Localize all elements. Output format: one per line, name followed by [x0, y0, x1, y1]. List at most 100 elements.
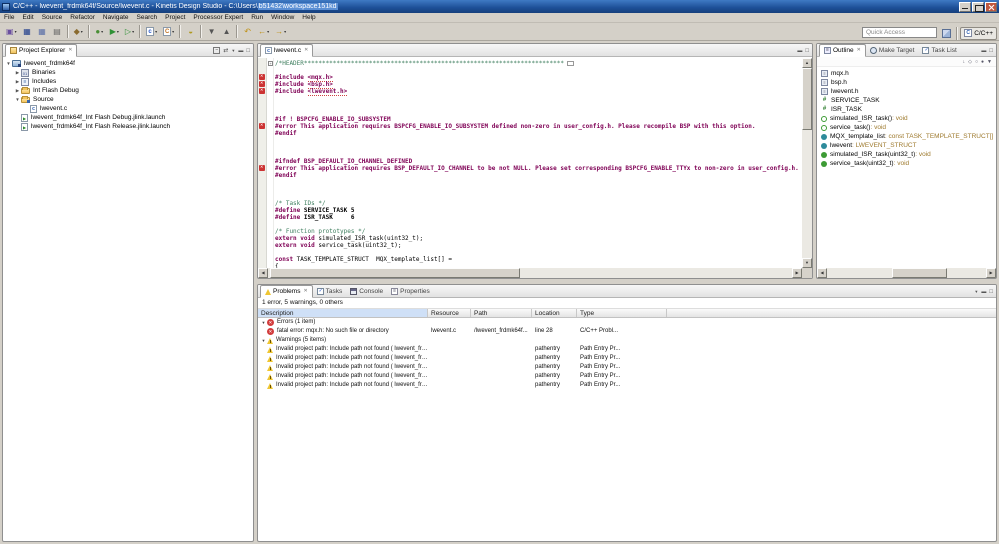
code-line[interactable]: extern void service_task(uint32_t);	[275, 242, 802, 249]
debug-button[interactable]: ● ▾	[93, 25, 106, 39]
code-line[interactable]: #endif	[275, 130, 802, 137]
hide-static-icon[interactable]: ○	[975, 59, 978, 65]
code-line[interactable]	[275, 221, 802, 228]
sort-icon[interactable]: ↓	[963, 59, 966, 65]
minimize-window-button[interactable]	[959, 1, 971, 12]
new-c-file-button[interactable]: c ▾	[144, 25, 159, 39]
scroll-left-icon[interactable]	[258, 268, 268, 278]
view-menu-icon[interactable]	[974, 289, 978, 295]
outline-item-service-task-[interactable]: service_task() : void	[817, 123, 996, 132]
code-line[interactable]: #error This application requires BSP_DEF…	[275, 165, 802, 172]
code-line[interactable]: #endif	[275, 172, 802, 179]
scroll-right-icon[interactable]	[792, 268, 802, 278]
dropdown-arrow-icon[interactable]: ▾	[284, 29, 286, 34]
editor-vertical-scrollbar[interactable]	[802, 58, 812, 268]
tree-item-includes[interactable]: ▶ Includes	[3, 77, 253, 86]
code-line[interactable]: #define SERVICE_TASK 5	[275, 207, 802, 214]
quick-access-input[interactable]	[862, 27, 937, 38]
problem-group-row[interactable]: Errors (1 item)	[258, 318, 996, 327]
minimize-view-icon[interactable]	[981, 48, 986, 54]
maximize-view-icon[interactable]	[989, 289, 993, 295]
tree-item-binaries[interactable]: ▶ Binaries	[3, 68, 253, 77]
folded-comment-box[interactable]	[566, 61, 574, 66]
expand-arrow-icon[interactable]: ▶	[14, 88, 21, 94]
code-line[interactable]: #include <bsp.h>	[275, 81, 802, 89]
horizontal-scroll-thumb[interactable]	[892, 268, 947, 278]
close-tab-icon[interactable]	[857, 48, 861, 53]
column-header-path[interactable]: Path	[471, 309, 532, 317]
hide-non-public-icon[interactable]: ●	[981, 59, 984, 65]
editor-horizontal-scrollbar[interactable]	[258, 268, 802, 278]
search-button[interactable]: ◒	[184, 25, 197, 39]
dropdown-arrow-icon[interactable]: ▾	[155, 29, 157, 34]
previous-annotation-button[interactable]: ▲	[220, 25, 233, 39]
tree-item-int-flash-debug[interactable]: ▶ Int Flash Debug	[3, 86, 253, 95]
code-line[interactable]	[275, 151, 802, 158]
minimize-view-icon[interactable]	[981, 289, 986, 295]
tree-item-lwevent-c[interactable]: lwevent.c	[3, 104, 253, 113]
new-cpp-class-button[interactable]: C ▾	[161, 25, 176, 39]
run-button[interactable]: ▶ ▾	[108, 25, 121, 39]
outline-item-simulated-isr-task-uint32-t-[interactable]: simulated_ISR_task(uint32_t) : void	[817, 150, 996, 159]
scroll-left-icon[interactable]	[817, 268, 827, 278]
close-editor-tab-icon[interactable]	[304, 48, 308, 53]
build-button[interactable]: ◆ ▾	[72, 25, 85, 39]
tab-tasks[interactable]: Tasks	[313, 285, 347, 297]
last-edit-location-button[interactable]: ↶	[241, 25, 254, 39]
save-button[interactable]: ▦	[21, 25, 34, 39]
menu-navigate[interactable]: Navigate	[99, 14, 133, 21]
outline-item-service-task[interactable]: SERVICE_TASK	[817, 96, 996, 105]
outline-item-lwevent-h[interactable]: lwevent.h	[817, 87, 996, 96]
menu-processor-expert[interactable]: Processor Expert	[189, 14, 247, 21]
tab-project-explorer[interactable]: Project Explorer	[5, 44, 78, 57]
code-line[interactable]: /* Task IDs */	[275, 200, 802, 207]
code-line[interactable]	[275, 102, 802, 109]
code-line[interactable]	[275, 137, 802, 144]
code-line[interactable]	[275, 179, 802, 186]
tab-outline[interactable]: Outline	[819, 44, 866, 57]
code-line[interactable]: const TASK_TEMPLATE_STRUCT MQX_template_…	[275, 256, 802, 263]
expand-arrow-icon[interactable]: ▶	[14, 79, 21, 85]
code-line[interactable]: #error This application requires BSPCFG_…	[275, 123, 802, 130]
code-line[interactable]	[275, 95, 802, 102]
tab-editor-lwevent-c[interactable]: lwevent.c	[260, 44, 314, 57]
problem-row[interactable]: Invalid project path: Include path not f…	[258, 354, 996, 363]
next-annotation-button[interactable]: ▼	[205, 25, 218, 39]
code-line[interactable]: #if ! BSPCFG_ENABLE_IO_SUBSYSTEM	[275, 116, 802, 123]
outline-item-service-task-uint32-t-[interactable]: service_task(uint32_t) : void	[817, 159, 996, 168]
code-line[interactable]: /* Function prototypes */	[275, 228, 802, 235]
close-window-button[interactable]	[985, 1, 997, 12]
close-tab-icon[interactable]	[68, 48, 72, 53]
annotation-ruler[interactable]	[258, 58, 267, 268]
column-header-location[interactable]: Location	[532, 309, 577, 317]
code-line[interactable]: #ifndef BSP_DEFAULT_IO_CHANNEL_DEFINED	[275, 158, 802, 165]
outline-item-bsp-h[interactable]: bsp.h	[817, 78, 996, 87]
problem-row[interactable]: Invalid project path: Include path not f…	[258, 363, 996, 372]
minimize-view-icon[interactable]	[238, 48, 243, 54]
maximize-window-button[interactable]	[972, 1, 984, 12]
error-marker-icon[interactable]	[259, 164, 265, 171]
link-editor-icon[interactable]	[223, 48, 228, 54]
maximize-view-icon[interactable]	[246, 48, 250, 54]
folding-ruler[interactable]	[267, 58, 274, 268]
collapse-all-icon[interactable]	[213, 47, 221, 54]
error-marker-icon[interactable]	[259, 122, 265, 129]
menu-search[interactable]: Search	[133, 14, 162, 21]
dropdown-arrow-icon[interactable]: ▾	[267, 29, 269, 34]
dropdown-arrow-icon[interactable]: ▾	[15, 29, 17, 34]
outline-item-lwevent[interactable]: lwevent : LWEVENT_STRUCT	[817, 141, 996, 150]
outline-item-mqx-h[interactable]: mqx.h	[817, 69, 996, 78]
menu-refactor[interactable]: Refactor	[66, 14, 99, 21]
external-tools-button[interactable]: ▷ ▾	[123, 25, 136, 39]
code-line[interactable]: #include <mqx.h>	[275, 74, 802, 82]
outline-item-isr-task[interactable]: ISR_TASK	[817, 105, 996, 114]
column-header-resource[interactable]: Resource	[428, 309, 471, 317]
hide-fields-icon[interactable]: ◇	[968, 59, 972, 65]
menu-file[interactable]: File	[0, 14, 18, 21]
dropdown-arrow-icon[interactable]: ▾	[81, 29, 83, 34]
new-wizard-button[interactable]: ▣ ▾	[4, 25, 19, 39]
tree-item-lwevent-frdmk64f-int-flash-debug-jlink-launch[interactable]: lwevent_frdmk64f_Int Flash Debug.jlink.l…	[3, 113, 253, 122]
tree-item-lwevent-frdmk64f-int-flash-release-jlink-launch[interactable]: lwevent_frdmk64f_Int Flash Release.jlink…	[3, 122, 253, 131]
column-header-type[interactable]: Type	[577, 309, 667, 317]
title-bar[interactable]: C/C++ - lwevent_frdmk64f/Source/lwevent.…	[0, 0, 999, 13]
